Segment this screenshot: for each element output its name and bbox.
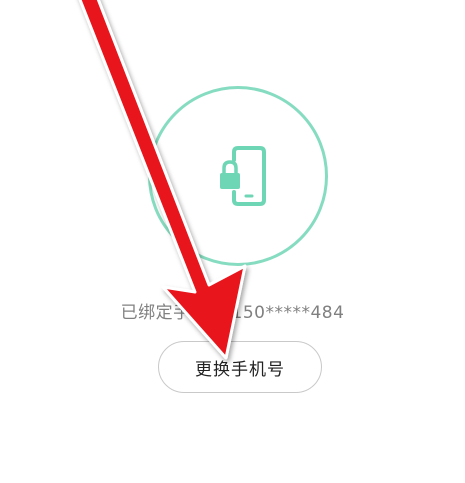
phone-lock-icon bbox=[220, 146, 266, 206]
bind-phone-screen: 已绑定手机号 150*****484 更换手机号 bbox=[0, 0, 465, 483]
change-phone-button[interactable]: 更换手机号 bbox=[158, 341, 322, 393]
bound-phone-status: 已绑定手机号 150*****484 bbox=[120, 303, 345, 323]
